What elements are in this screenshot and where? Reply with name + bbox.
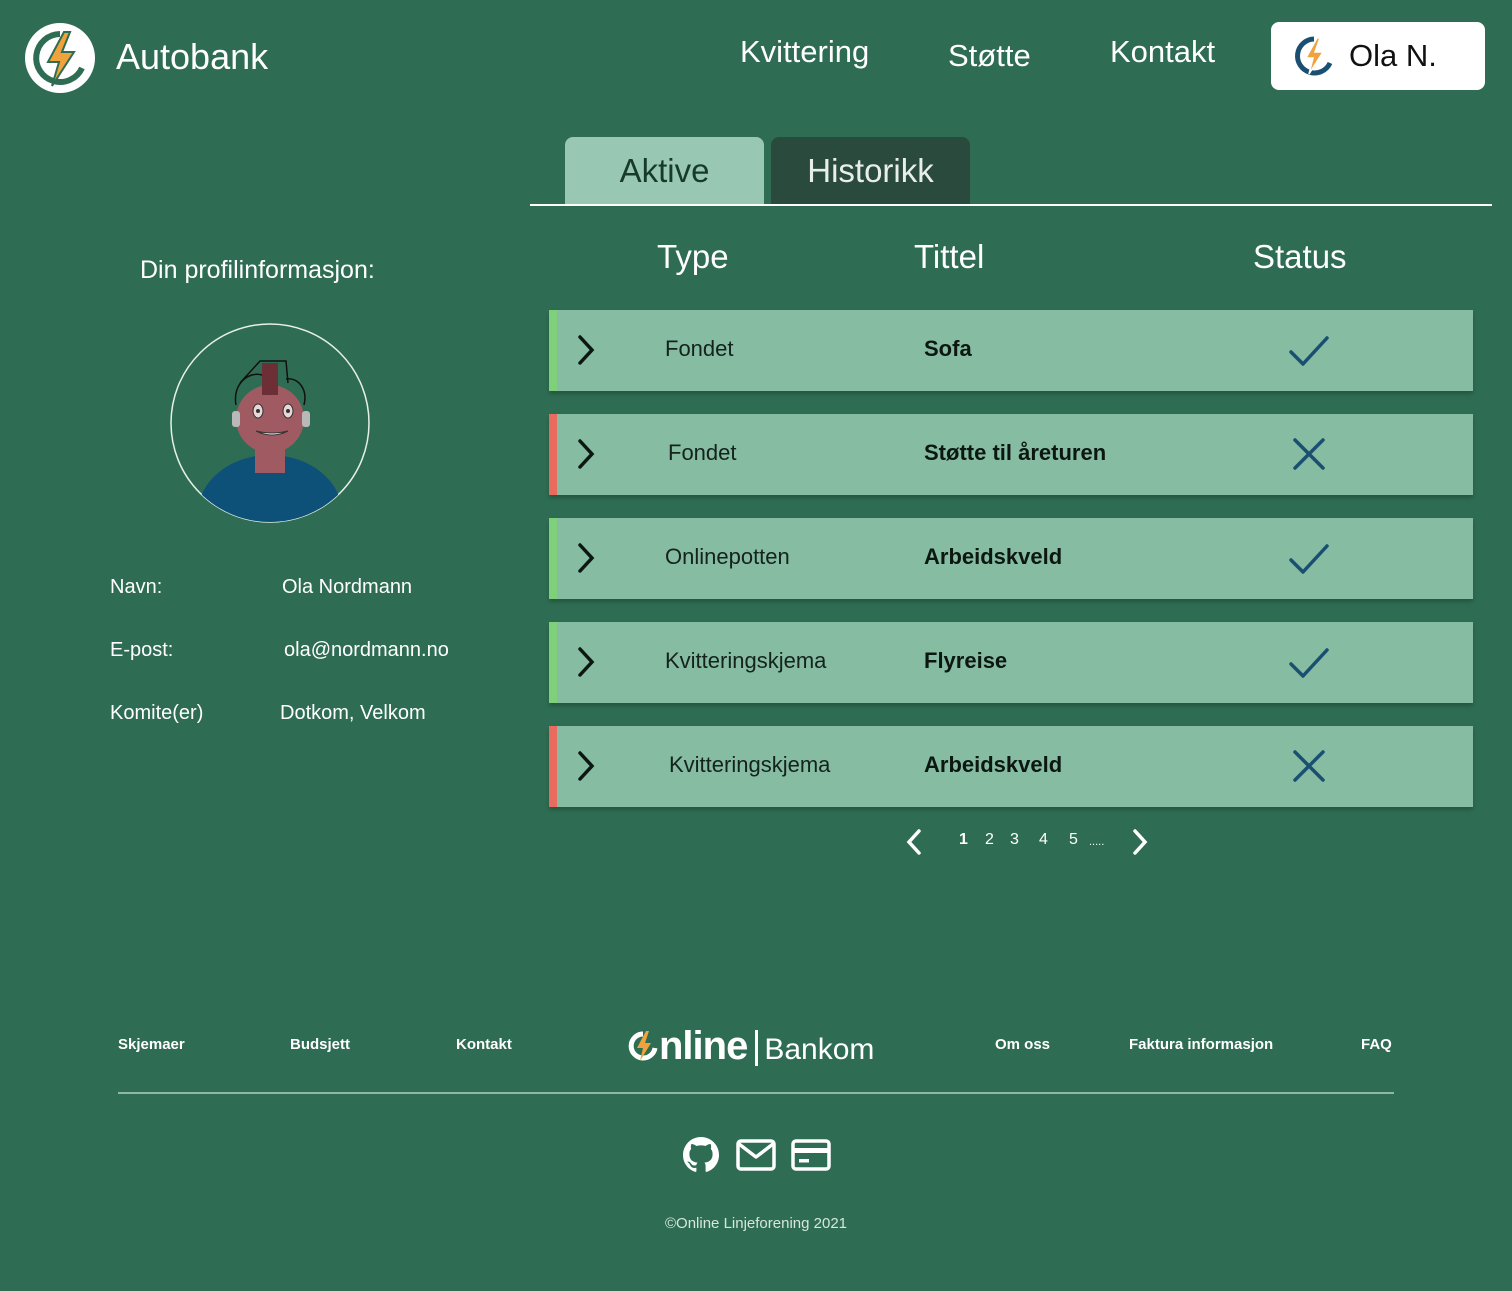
nav-kvittering[interactable]: Kvittering: [740, 34, 869, 70]
user-logo-icon: [1295, 36, 1333, 76]
autobank-logo-icon[interactable]: [24, 22, 96, 94]
page-4[interactable]: 4: [1039, 831, 1048, 849]
page: Autobank Kvittering Støtte Kontakt Ola N…: [0, 0, 1512, 1291]
chevron-right-icon[interactable]: [575, 748, 597, 784]
table-row[interactable]: Fondet Sofa: [549, 310, 1473, 391]
mail-icon[interactable]: [736, 1135, 776, 1175]
row-type: Onlinepotten: [665, 544, 790, 569]
chevron-right-icon[interactable]: [575, 332, 597, 368]
copyright: ©Online Linjeforening 2021: [664, 1215, 847, 1232]
table-row[interactable]: Onlinepotten Arbeidskveld: [549, 518, 1473, 599]
tab-historikk[interactable]: Historikk: [771, 137, 970, 205]
chevron-right-icon[interactable]: [575, 540, 597, 576]
chevron-right-icon[interactable]: [575, 644, 597, 680]
row-title: Flyreise: [924, 648, 1008, 673]
page-ellipsis: .....: [1089, 836, 1105, 848]
tab-divider: [530, 204, 1492, 206]
check-icon: [1289, 648, 1329, 678]
footer-link-kontakt[interactable]: Kontakt: [456, 1036, 512, 1053]
check-icon: [1289, 544, 1329, 574]
online-text: nline: [659, 1023, 748, 1068]
page-2[interactable]: 2: [985, 831, 994, 849]
avatar: [170, 323, 370, 523]
close-icon: [1293, 750, 1325, 782]
row-title: Arbeidskveld: [924, 752, 1063, 777]
credit-card-icon[interactable]: [791, 1135, 831, 1175]
page-3[interactable]: 3: [1010, 831, 1019, 849]
name-label: Navn:: [110, 576, 163, 598]
check-icon: [1289, 336, 1329, 366]
row-type: Fondet: [665, 336, 734, 361]
column-header-title: Tittel: [914, 238, 985, 275]
row-title: Støtte til åreturen: [924, 440, 1107, 465]
table-row[interactable]: Fondet Støtte til åreturen: [549, 414, 1473, 495]
bankom-text: Bankom: [764, 1033, 875, 1066]
user-name: Ola N.: [1349, 38, 1437, 73]
footer-link-skjemaer[interactable]: Skjemaer: [118, 1036, 185, 1053]
online-wordmark: nline: [628, 1023, 748, 1069]
close-icon: [1293, 438, 1325, 470]
table-row[interactable]: Kvitteringskjema Flyreise: [549, 622, 1473, 703]
page-1[interactable]: 1: [959, 831, 968, 849]
email-value: ola@nordmann.no: [284, 639, 449, 661]
online-bankom-logo[interactable]: nline Bankom: [628, 1022, 874, 1070]
github-icon[interactable]: [681, 1135, 721, 1175]
brand-name[interactable]: Autobank: [116, 36, 268, 78]
row-type: Kvitteringskjema: [669, 752, 831, 777]
footer-link-budsjett[interactable]: Budsjett: [290, 1036, 350, 1053]
approved-accent: [549, 622, 557, 703]
nav-stotte[interactable]: Støtte: [948, 38, 1031, 74]
email-label: E-post:: [110, 639, 174, 661]
row-title: Arbeidskveld: [924, 544, 1063, 569]
committee-value: Dotkom, Velkom: [280, 702, 426, 724]
logo-divider: [755, 1030, 759, 1066]
footer-link-faq[interactable]: FAQ: [1361, 1036, 1392, 1053]
online-o-icon: [628, 1031, 658, 1061]
chevron-right-icon[interactable]: [575, 436, 597, 472]
profile-title: Din profilinformasjon:: [140, 256, 375, 284]
chevron-right-icon[interactable]: [1130, 828, 1150, 856]
chevron-left-icon[interactable]: [904, 828, 924, 856]
user-menu-button[interactable]: Ola N.: [1271, 22, 1485, 90]
rejected-accent: [549, 414, 557, 495]
committee-label: Komite(er): [110, 702, 204, 724]
column-header-type: Type: [657, 238, 729, 275]
row-title: Sofa: [924, 336, 972, 361]
approved-accent: [549, 310, 557, 391]
row-type: Kvitteringskjema: [665, 648, 827, 673]
footer-link-om-oss[interactable]: Om oss: [995, 1036, 1050, 1053]
footer-link-faktura-informasjon[interactable]: Faktura informasjon: [1129, 1036, 1273, 1053]
name-value: Ola Nordmann: [282, 576, 413, 598]
nav-kontakt[interactable]: Kontakt: [1110, 34, 1215, 70]
table-row[interactable]: Kvitteringskjema Arbeidskveld: [549, 726, 1473, 807]
tab-aktive[interactable]: Aktive: [565, 137, 764, 205]
rejected-accent: [549, 726, 557, 807]
column-header-status: Status: [1253, 238, 1347, 275]
page-5[interactable]: 5: [1069, 831, 1078, 849]
row-type: Fondet: [668, 440, 737, 465]
footer-divider: [118, 1092, 1394, 1094]
approved-accent: [549, 518, 557, 599]
